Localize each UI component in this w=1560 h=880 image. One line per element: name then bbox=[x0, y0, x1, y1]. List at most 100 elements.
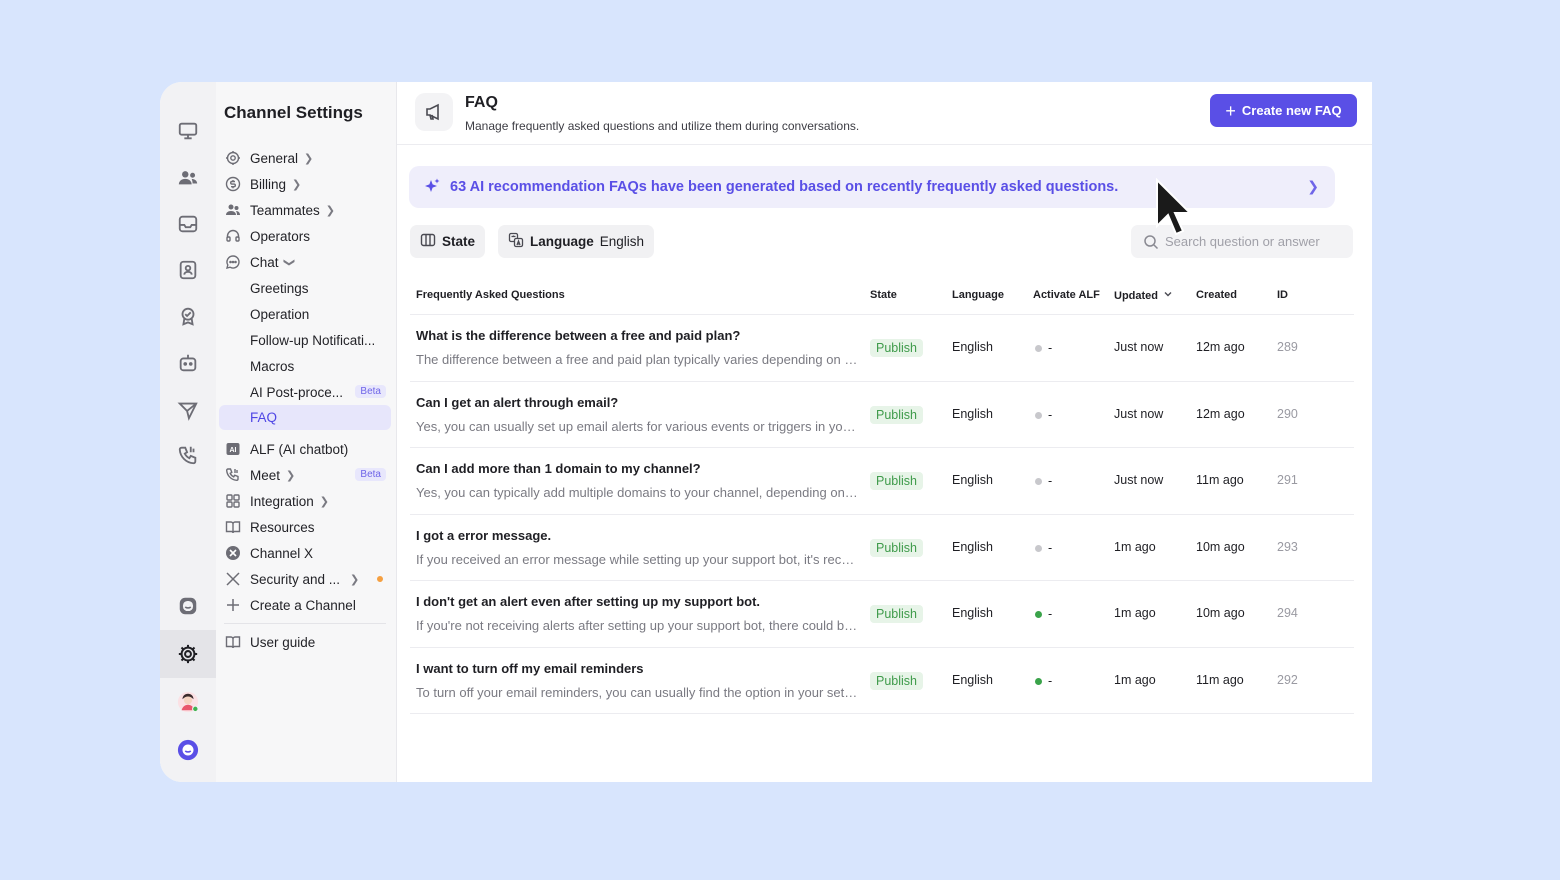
translate-icon bbox=[508, 232, 524, 251]
app-window: Channel Settings General ❯ Billing ❯ Teamm… bbox=[160, 82, 1372, 782]
sidebar-item-label: Chat bbox=[250, 254, 279, 270]
sparkle-icon bbox=[422, 177, 442, 197]
sidebar-item-create-channel[interactable]: Create a Channel bbox=[219, 593, 391, 617]
status-dot bbox=[1035, 411, 1042, 419]
alf-status: - bbox=[1035, 474, 1052, 488]
sidebar-item-operators[interactable]: Operators bbox=[219, 224, 391, 248]
alf-value: - bbox=[1048, 408, 1053, 422]
plus-icon: + bbox=[1225, 100, 1236, 121]
sidebar-item-security[interactable]: Security and ... ❯ bbox=[219, 567, 391, 591]
state-filter[interactable]: State bbox=[410, 225, 486, 258]
sidebar-title: Channel Settings bbox=[224, 103, 363, 122]
state-filter-label: State bbox=[442, 234, 476, 249]
create-faq-button[interactable]: + Create new FAQ bbox=[1210, 94, 1357, 127]
grid-icon bbox=[225, 493, 241, 509]
sidebar-item-label: Billing bbox=[250, 176, 287, 192]
created-cell: 10m ago bbox=[1196, 606, 1245, 620]
columns-icon bbox=[420, 232, 436, 251]
book-icon bbox=[225, 519, 241, 535]
beta-badge: Beta bbox=[355, 468, 386, 481]
avatar[interactable] bbox=[160, 684, 216, 720]
alf-status: - bbox=[1035, 674, 1052, 688]
col-header-state[interactable]: State bbox=[870, 289, 897, 301]
language-filter[interactable]: Language English bbox=[498, 225, 655, 258]
chevron-down-icon: ❯ bbox=[282, 257, 295, 267]
state-badge: Publish bbox=[870, 339, 923, 357]
chevron-right-icon: ❯ bbox=[292, 178, 302, 191]
sidebar-item-integration[interactable]: Integration ❯ bbox=[219, 489, 391, 513]
sidebar-item-meet[interactable]: Meet ❯ Beta bbox=[219, 463, 391, 487]
page-subtitle: Manage frequently asked questions and ut… bbox=[465, 119, 860, 133]
updated-cell: 1m ago bbox=[1114, 606, 1156, 620]
table-row[interactable]: I don't get an alert even after setting … bbox=[410, 581, 1354, 647]
sidebar-item-follow-up-notifications[interactable]: Follow-up Notificati... bbox=[219, 328, 391, 352]
inbox-icon[interactable] bbox=[160, 206, 216, 242]
team-icon[interactable] bbox=[160, 160, 216, 196]
col-header-activate-alf[interactable]: Activate ALF bbox=[1033, 289, 1100, 301]
id-cell: 294 bbox=[1277, 606, 1298, 620]
faq-question: What is the difference between a free an… bbox=[416, 328, 741, 343]
table-row[interactable]: I got a error message. If you received a… bbox=[410, 515, 1354, 581]
table-row[interactable]: I want to turn off my email reminders To… bbox=[410, 648, 1354, 714]
contacts-icon[interactable] bbox=[160, 252, 216, 288]
sidebar-item-label: Security and ... bbox=[250, 571, 341, 587]
send-icon[interactable] bbox=[160, 392, 216, 428]
create-faq-label: Create new FAQ bbox=[1241, 103, 1342, 118]
table-divider bbox=[410, 713, 1354, 714]
language-cell: English bbox=[952, 473, 993, 487]
alf-value: - bbox=[1048, 674, 1053, 688]
id-cell: 292 bbox=[1277, 673, 1298, 687]
bot-icon[interactable] bbox=[160, 345, 216, 381]
table-row[interactable]: Can I add more than 1 domain to my chann… bbox=[410, 448, 1354, 514]
language-filter-label: Language bbox=[530, 234, 594, 249]
alf-status: - bbox=[1035, 607, 1052, 621]
sidebar-item-label: FAQ bbox=[250, 410, 278, 425]
chat-bubble-icon[interactable] bbox=[160, 588, 216, 624]
created-cell: 11m ago bbox=[1196, 673, 1244, 687]
chevron-right-icon: ❯ bbox=[304, 152, 314, 165]
phone-icon[interactable] bbox=[160, 437, 216, 473]
created-cell: 10m ago bbox=[1196, 540, 1245, 554]
alf-status: - bbox=[1035, 408, 1052, 422]
alf-value: - bbox=[1048, 607, 1053, 621]
badge-icon[interactable] bbox=[160, 298, 216, 334]
ai-recommendation-banner[interactable]: 63 AI recommendation FAQs have been gene… bbox=[409, 166, 1335, 208]
notification-dot bbox=[377, 576, 383, 582]
sidebar-item-greetings[interactable]: Greetings bbox=[219, 276, 391, 300]
megaphone-icon bbox=[415, 93, 453, 131]
sidebar-item-operation[interactable]: Operation bbox=[219, 302, 391, 326]
chat-icon bbox=[225, 254, 241, 270]
sidebar-item-faq[interactable]: FAQ bbox=[219, 405, 391, 430]
sidebar-item-channel-x[interactable]: Channel X bbox=[219, 541, 391, 565]
team-icon bbox=[225, 202, 241, 218]
id-cell: 293 bbox=[1277, 540, 1298, 554]
sidebar-item-alf[interactable]: AI ALF (AI chatbot) bbox=[219, 437, 391, 461]
settings-icon[interactable] bbox=[160, 636, 216, 672]
language-cell: English bbox=[952, 407, 993, 421]
search-input[interactable] bbox=[1165, 234, 1345, 249]
status-dot bbox=[1035, 344, 1042, 352]
sidebar-item-general[interactable]: General ❯ bbox=[219, 146, 391, 170]
updated-cell: Just now bbox=[1114, 473, 1164, 487]
col-header-updated[interactable]: Updated bbox=[1114, 289, 1173, 302]
sidebar-item-billing[interactable]: Billing ❯ bbox=[219, 172, 391, 196]
sidebar-item-user-guide[interactable]: User guide bbox=[219, 630, 391, 654]
sidebar-item-teammates[interactable]: Teammates ❯ bbox=[219, 198, 391, 222]
sidebar-item-label: General bbox=[250, 150, 299, 166]
page-title: FAQ bbox=[465, 94, 498, 111]
channel-logo-icon[interactable] bbox=[160, 732, 216, 768]
phone-icon bbox=[225, 467, 241, 483]
col-header-language[interactable]: Language bbox=[952, 289, 1004, 301]
desktop-icon[interactable] bbox=[160, 113, 216, 149]
faq-answer: If you're not receiving alerts after set… bbox=[416, 618, 860, 633]
id-cell: 290 bbox=[1277, 407, 1298, 421]
sidebar-item-chat[interactable]: Chat ❯ bbox=[219, 250, 391, 274]
main-content: FAQ Manage frequently asked questions an… bbox=[397, 82, 1372, 782]
sidebar-item-resources[interactable]: Resources bbox=[219, 515, 391, 539]
table-row[interactable]: What is the difference between a free an… bbox=[410, 315, 1354, 381]
alf-status: - bbox=[1035, 541, 1052, 555]
sidebar-item-ai-post-processing[interactable]: AI Post-proce... Beta bbox=[219, 380, 391, 404]
sidebar-item-macros[interactable]: Macros bbox=[219, 354, 391, 378]
col-header-created[interactable]: Created bbox=[1196, 289, 1237, 301]
table-row[interactable]: Can I get an alert through email? Yes, y… bbox=[410, 382, 1354, 448]
